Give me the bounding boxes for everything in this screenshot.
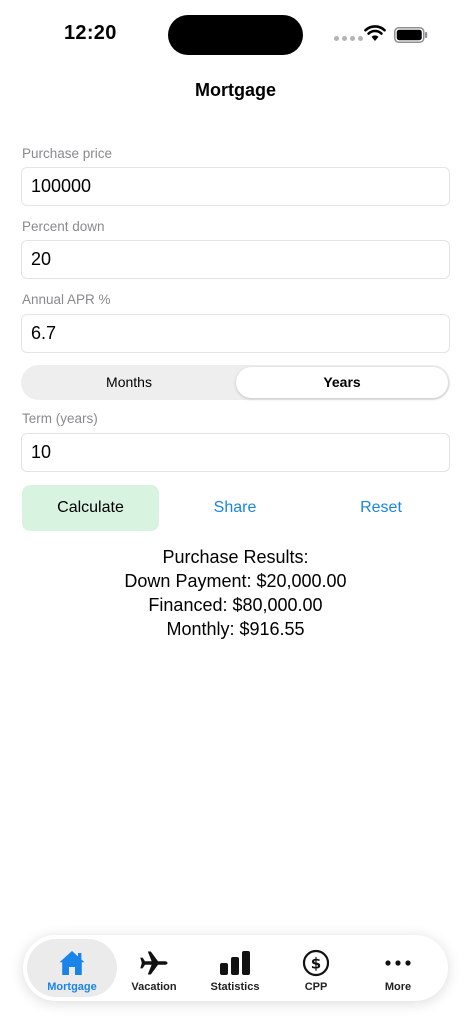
segment-months[interactable]: Months xyxy=(23,367,235,398)
purchase-price-label: Purchase price xyxy=(22,146,113,161)
tab-mortgage[interactable]: Mortgage xyxy=(27,939,117,997)
results-heading: Purchase Results: xyxy=(162,547,309,567)
airplane-icon xyxy=(140,951,168,975)
term-label: Term (years) xyxy=(22,411,98,426)
annual-apr-input[interactable] xyxy=(21,314,450,353)
purchase-results: Purchase Results: Down Payment: $20,000.… xyxy=(0,545,471,641)
cellular-signal-icon xyxy=(334,36,363,41)
results-financed: Financed: $80,000.00 xyxy=(148,595,323,615)
house-icon xyxy=(59,951,85,975)
tab-cpp[interactable]: $ CPP xyxy=(271,939,361,997)
term-unit-segmented-control: Months Years xyxy=(21,365,450,400)
results-down-payment: Down Payment: $20,000.00 xyxy=(124,571,347,591)
segment-years[interactable]: Years xyxy=(236,367,448,398)
dynamic-island xyxy=(168,15,303,55)
status-time: 12:20 xyxy=(64,22,117,44)
tab-bar: Mortgage Vacation Statistics $ CPP More xyxy=(23,935,448,1001)
percent-down-label: Percent down xyxy=(22,219,105,234)
page-title: Mortgage xyxy=(195,80,276,100)
tab-statistics[interactable]: Statistics xyxy=(190,939,280,997)
term-input[interactable] xyxy=(21,433,450,472)
results-monthly: Monthly: $916.55 xyxy=(166,619,305,639)
purchase-price-input[interactable] xyxy=(21,167,450,206)
wifi-icon xyxy=(364,25,386,41)
tab-more[interactable]: More xyxy=(353,939,443,997)
bar-chart-icon xyxy=(220,951,250,975)
tab-vacation[interactable]: Vacation xyxy=(109,939,199,997)
share-button[interactable]: Share xyxy=(175,485,295,531)
percent-down-input[interactable] xyxy=(21,240,450,279)
status-bar: 12:20 xyxy=(0,0,471,70)
svg-text:$: $ xyxy=(311,955,321,973)
dollar-circle-icon: $ xyxy=(302,949,330,977)
reset-button[interactable]: Reset xyxy=(321,485,441,531)
battery-icon xyxy=(394,27,428,43)
calculate-button[interactable]: Calculate xyxy=(22,485,159,531)
ellipsis-icon xyxy=(385,960,411,966)
annual-apr-label: Annual APR % xyxy=(22,292,111,307)
